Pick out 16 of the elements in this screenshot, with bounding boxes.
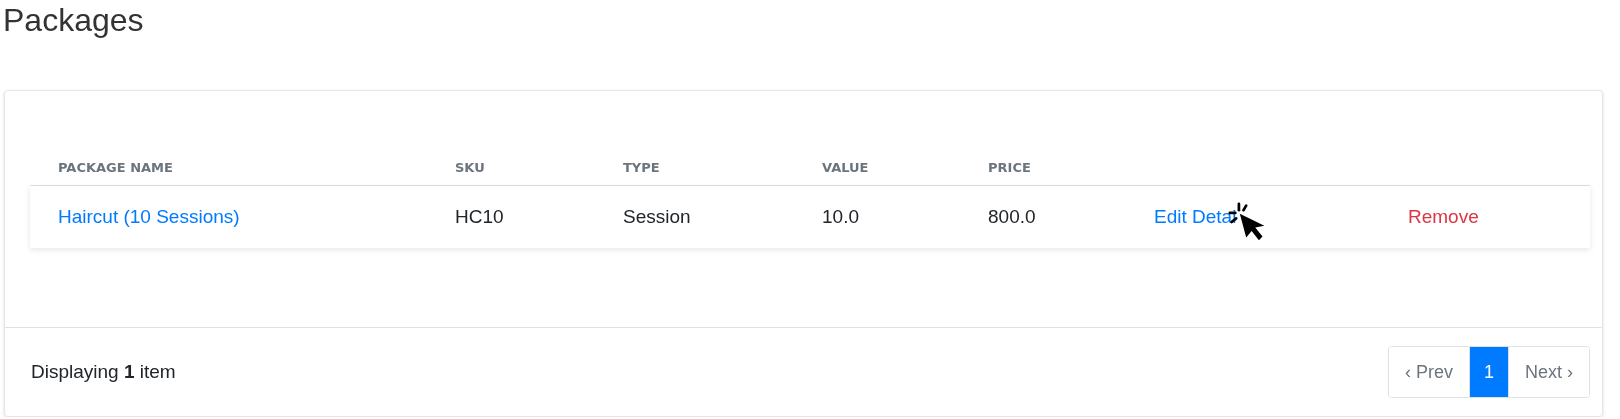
page-button[interactable]: 1 — [1468, 347, 1508, 397]
table-cell-text: 10.0 — [822, 206, 860, 228]
table-cell-text: Session — [623, 206, 692, 228]
column-header: PRICE — [988, 159, 1032, 175]
item-count: Displaying 1 item — [31, 361, 176, 383]
column-header: VALUE — [822, 159, 870, 175]
page-title: Packages — [2, 1, 145, 40]
table-cell-text: 800.0 — [988, 206, 1037, 228]
remove-link[interactable]: Remove — [1408, 206, 1479, 228]
column-header: PACKAGE NAME — [58, 159, 174, 175]
column-header: SKU — [455, 159, 486, 175]
table-cell-text: HC10 — [455, 206, 505, 228]
package-link[interactable]: Haircut (10 Sessions) — [58, 206, 240, 228]
next-button[interactable]: Next › — [1508, 347, 1589, 397]
column-header: TYPE — [623, 159, 661, 175]
edit-link[interactable]: Edit Detai — [1154, 206, 1237, 228]
